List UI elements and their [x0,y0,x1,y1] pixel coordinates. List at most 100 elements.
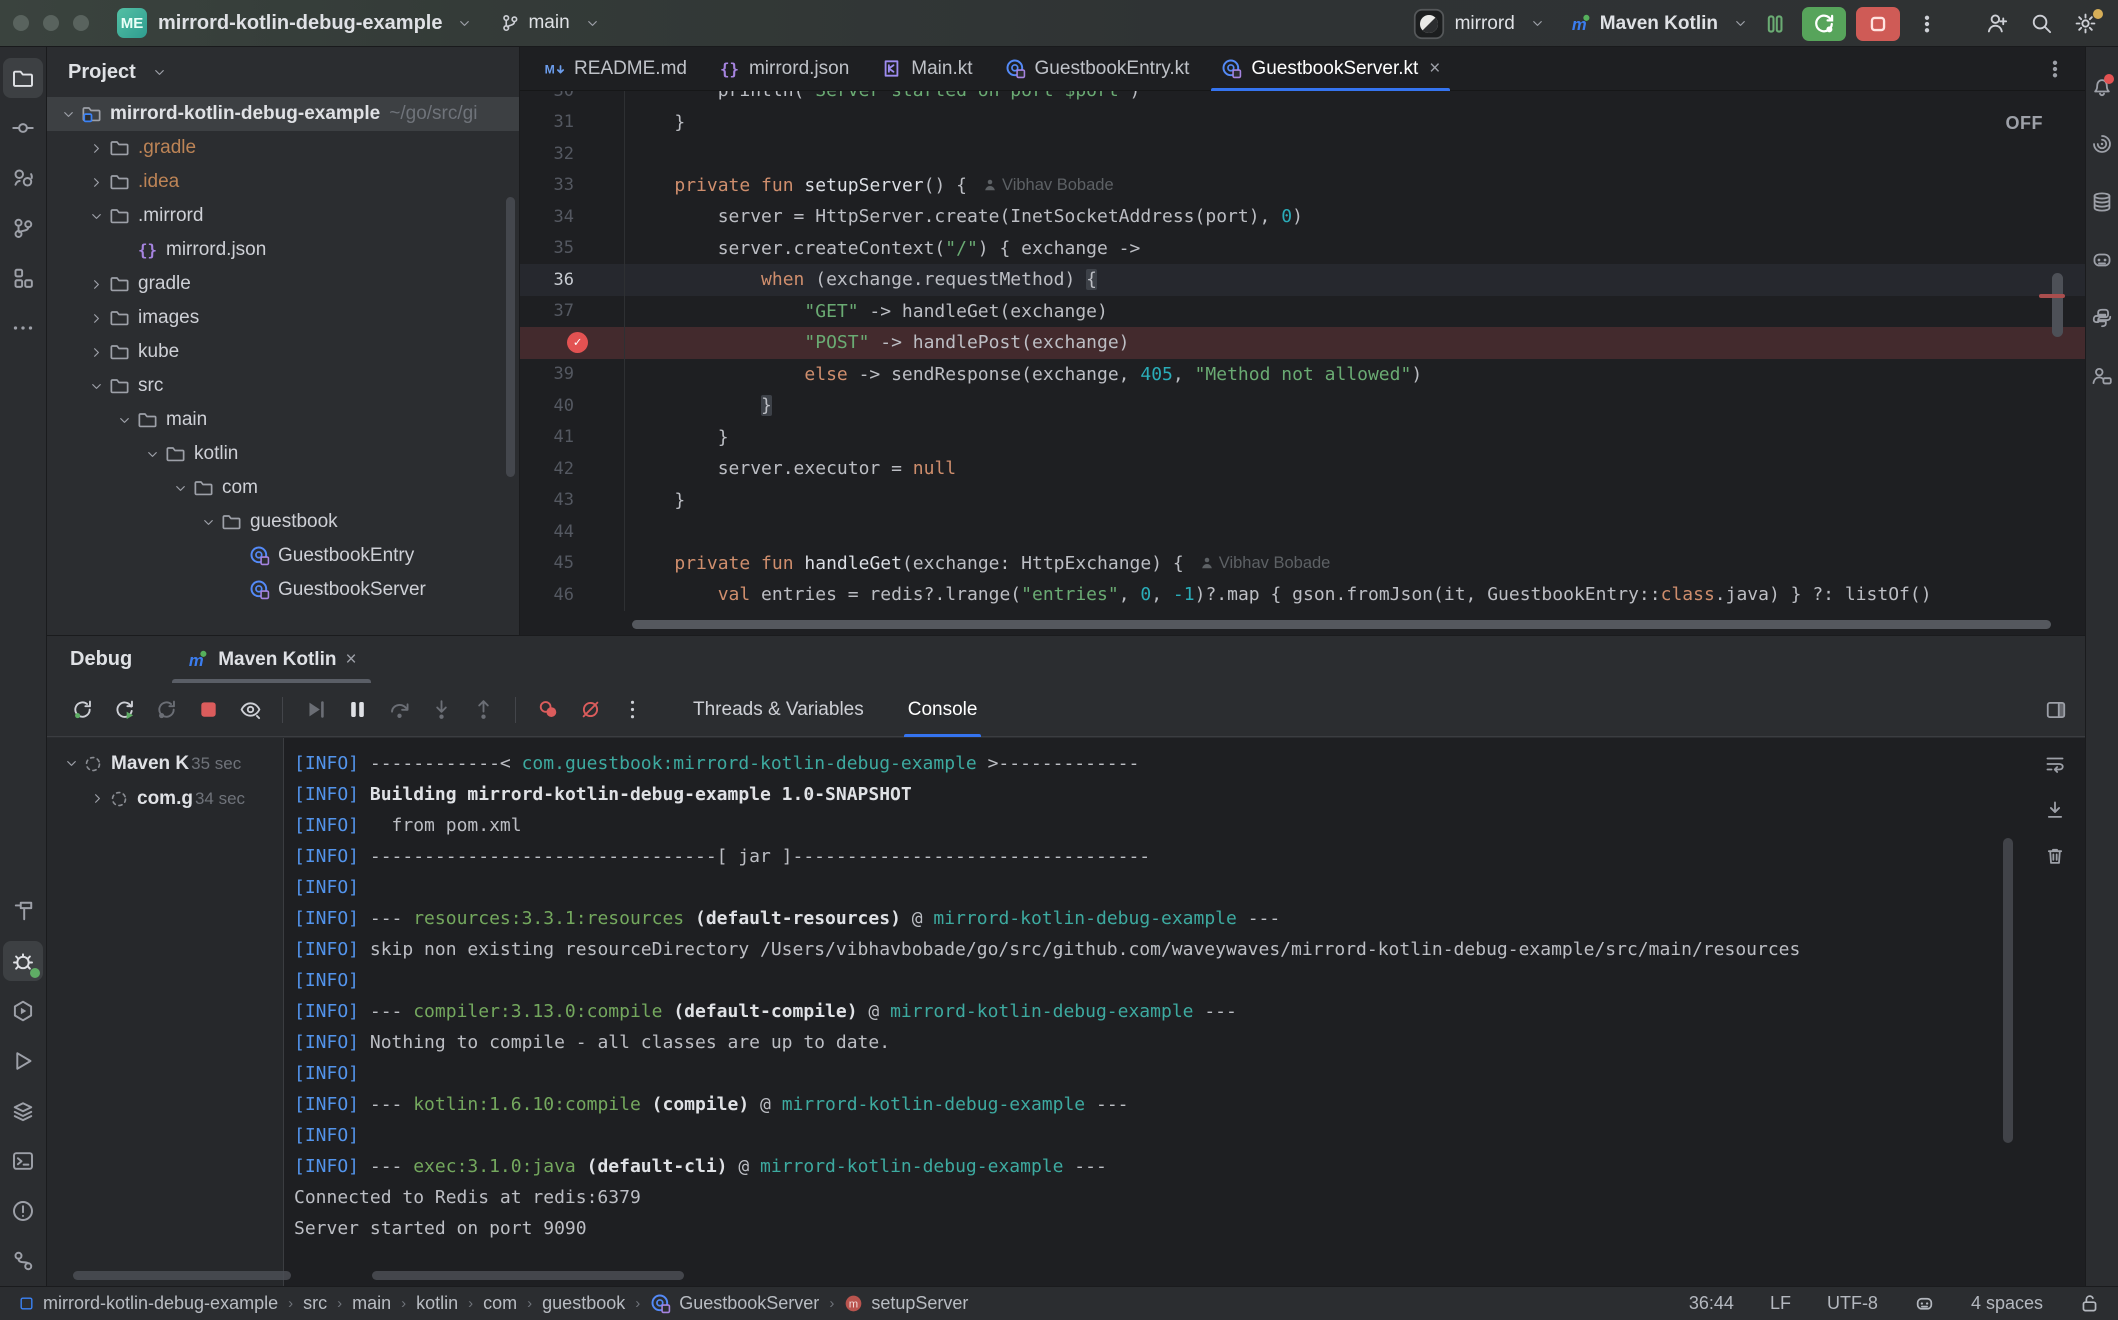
ai-assistant-status-icon[interactable] [1914,1293,1935,1314]
close-icon[interactable]: × [345,649,356,671]
rerun-button[interactable] [63,691,101,729]
step-into-button[interactable] [422,691,460,729]
unlocked-icon[interactable] [2079,1293,2100,1314]
more-actions-button[interactable] [1910,7,1944,41]
debug-session-tab[interactable]: m Maven Kotlin × [172,636,370,683]
zoom-window-icon[interactable] [73,15,89,31]
view-tab-console[interactable]: Console [908,683,978,737]
debug-session-node[interactable]: Maven K35 sec [47,746,283,781]
soft-wrap-button[interactable] [2037,746,2073,782]
database-icon[interactable] [2087,187,2117,217]
close-window-icon[interactable] [13,15,29,31]
stop-button[interactable] [189,691,227,729]
copilot-icon[interactable] [2087,245,2117,275]
notifications-icon[interactable] [2087,71,2117,101]
breakpoints-button[interactable] [529,691,567,729]
more-options-button[interactable] [613,691,651,729]
line-number[interactable]: 44 [520,516,625,548]
chevron-down-icon[interactable] [113,413,135,428]
window-controls[interactable] [13,15,103,31]
tree-item-src[interactable]: src [47,369,519,403]
structure-icon[interactable] [3,258,43,298]
search-button[interactable] [2024,7,2058,41]
add-user-button[interactable] [1980,7,2014,41]
breakpoint-icon[interactable]: ✓ [567,332,588,353]
line-separator[interactable]: LF [1770,1293,1791,1314]
ai-assistant-icon[interactable] [2087,129,2117,159]
commit-icon[interactable] [3,108,43,148]
project-folder-icon[interactable] [3,58,43,98]
scroll-to-end-button[interactable] [2037,792,2073,828]
more-tools-icon[interactable] [3,308,43,348]
rerun-debug-button[interactable] [1802,7,1846,41]
layers-icon[interactable] [3,1091,43,1131]
chevron-right-icon[interactable] [85,311,107,326]
stop-button[interactable] [1856,7,1900,41]
chevron-down-icon[interactable] [57,107,79,122]
breadcrumb-mirrord-kotlin-debug-example[interactable]: mirrord-kotlin-debug-example [18,1293,278,1314]
line-number[interactable]: 45 [520,548,625,580]
build-icon[interactable] [3,891,43,931]
resume-program-button[interactable] [296,691,334,729]
minimize-window-icon[interactable] [43,15,59,31]
vcs-widget[interactable]: main [500,12,599,34]
line-number[interactable]: 41 [520,422,625,454]
restart-debug-button[interactable] [105,691,143,729]
tree-item-guestbookserver[interactable]: GuestbookServer [47,573,519,607]
project-scrollbar[interactable] [506,197,515,477]
python-packages-icon[interactable] [2087,303,2117,333]
mirrord-logo-icon[interactable] [1413,8,1445,40]
tree-item-guestbook[interactable]: guestbook [47,505,519,539]
line-number[interactable]: 43 [520,485,625,517]
line-number[interactable]: 36 [520,264,625,296]
tab-readme-md[interactable]: MREADME.md [528,47,703,91]
run-icon[interactable] [3,1041,43,1081]
breadcrumb-src[interactable]: src [303,1293,327,1314]
problems-icon[interactable] [3,1191,43,1231]
tree-item--idea[interactable]: .idea [47,165,519,199]
line-number[interactable]: 30 [520,91,625,107]
mute-breakpoints-button[interactable] [571,691,609,729]
tree-item-com[interactable]: com [47,471,519,505]
tab-options-button[interactable] [2045,59,2065,79]
project-badge[interactable]: ME [117,8,147,38]
pull-requests-icon[interactable] [3,158,43,198]
file-encoding[interactable]: UTF-8 [1827,1293,1878,1314]
chevron-down-icon[interactable] [59,756,83,771]
chevron-right-icon[interactable] [85,345,107,360]
tab-guestbookserver-kt[interactable]: GuestbookServer.kt× [1205,47,1456,91]
tab-main-kt[interactable]: Main.kt [865,47,988,91]
debug-console[interactable]: [INFO] ------------< com.guestbook:mirro… [284,738,2085,1286]
line-number[interactable]: 31 [520,107,625,139]
settings-button[interactable] [2068,7,2102,41]
code-with-me-icon[interactable] [2087,361,2117,391]
tree-item-gradle[interactable]: gradle [47,267,519,301]
debug-icon[interactable] [3,941,43,981]
tree-item-guestbookentry[interactable]: GuestbookEntry [47,539,519,573]
services-icon[interactable] [3,991,43,1031]
session-tree-horizontal-scrollbar[interactable] [73,1271,291,1280]
line-number[interactable]: 34 [520,201,625,233]
author-inlay-hint[interactable]: Vibhav Bobade [983,176,1114,195]
line-number[interactable]: 32 [520,138,625,170]
line-number[interactable]: 39 [520,359,625,391]
code-editor[interactable]: 30 println("Server started on port $port… [520,91,2085,635]
run-config-selector[interactable]: m Maven Kotlin [1569,12,1748,35]
line-number[interactable]: 46 [520,579,625,611]
indent-style[interactable]: 4 spaces [1971,1293,2043,1314]
step-out-button[interactable] [464,691,502,729]
breadcrumb-guestbook[interactable]: guestbook [542,1293,625,1314]
console-horizontal-scrollbar[interactable] [372,1271,684,1280]
pause-button[interactable] [1758,7,1792,41]
git-log-icon[interactable] [3,208,43,248]
chevron-down-icon[interactable] [169,481,191,496]
chevron-right-icon[interactable] [85,141,107,156]
breadcrumb-com[interactable]: com [483,1293,517,1314]
tree-item-mirrord-kotlin-debug-example[interactable]: mirrord-kotlin-debug-example~/go/src/gi [47,97,519,131]
clear-all-button[interactable] [2037,838,2073,874]
terminal-icon[interactable] [3,1141,43,1181]
chevron-right-icon[interactable] [85,277,107,292]
chevron-right-icon[interactable] [85,791,109,806]
line-number[interactable]: 33 [520,170,625,202]
breakpoint-gutter[interactable]: ✓ [520,327,625,359]
